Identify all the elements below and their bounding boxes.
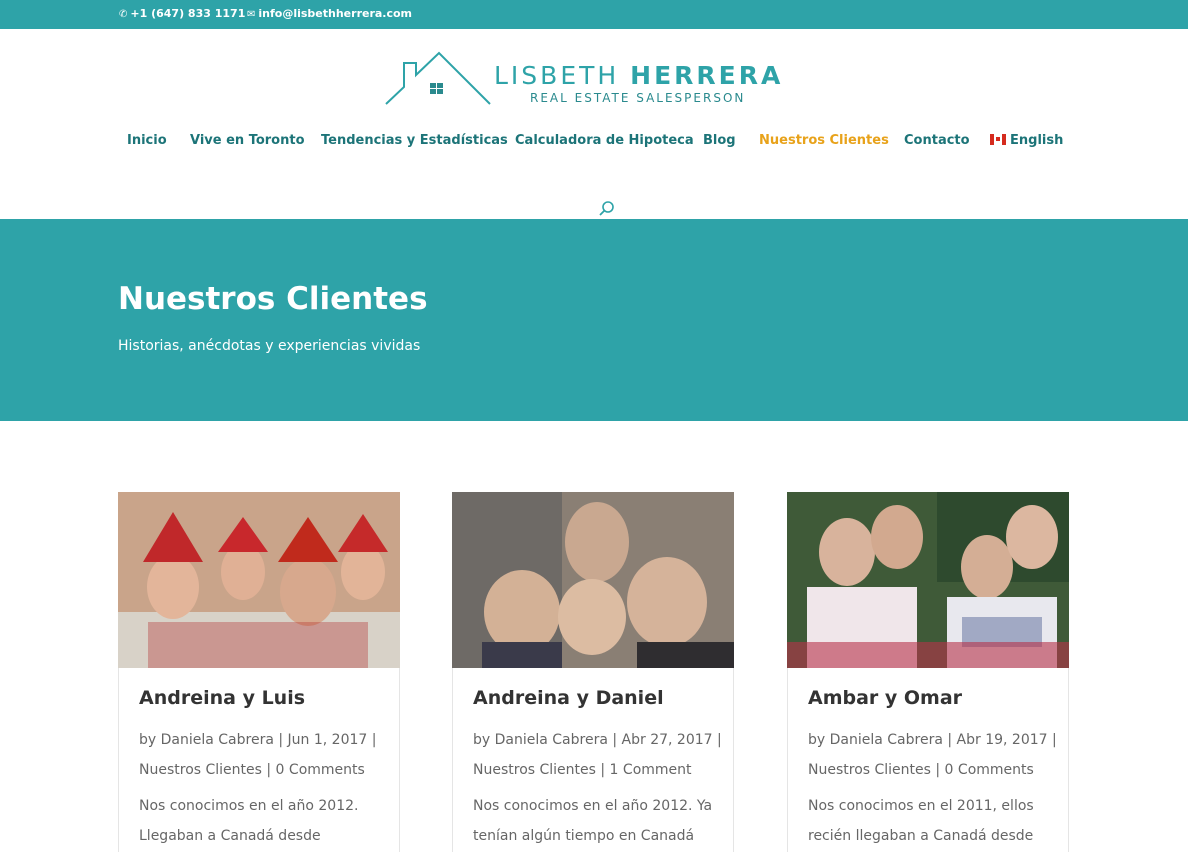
page-title: Nuestros Clientes (118, 281, 428, 317)
phone-link[interactable]: ✆ +1 (647) 833 1171 (119, 7, 245, 20)
logo-name: LISBETH HERRERA (494, 61, 783, 90)
nav-item-vive-en-toronto[interactable]: Vive en Toronto (190, 133, 305, 148)
post-title[interactable]: Andreina y Daniel (473, 687, 664, 709)
post-image[interactable] (787, 492, 1069, 668)
post-excerpt-line: Nos conocimos en el año 2012. (139, 798, 359, 814)
nav-item-nuestros-clientes[interactable]: Nuestros Clientes (759, 133, 889, 148)
nav-item-calculadora[interactable]: Calculadora de Hipoteca (515, 133, 694, 148)
post-image[interactable] (118, 492, 400, 668)
phone-icon: ✆ (119, 9, 128, 20)
post-card: Ambar y Omar by Daniela Cabrera | Abr 19… (787, 492, 1069, 852)
email-link[interactable]: ✉ info@lisbethherrera.com (247, 7, 412, 20)
logo-last-name: HERRERA (630, 61, 784, 90)
site-header: LISBETH HERRERA REAL ESTATE SALESPERSON … (0, 29, 1188, 219)
search-icon[interactable] (598, 200, 616, 218)
post-meta-line: Nuestros Clientes | 0 Comments (808, 762, 1034, 778)
post-excerpt: Nos conocimos en el año 2012. Ya tenían … (473, 791, 723, 851)
logo-subtitle: REAL ESTATE SALESPERSON (530, 91, 746, 105)
nav-item-english-label: English (1010, 133, 1064, 148)
main-nav: Inicio Vive en Toronto Tendencias y Esta… (0, 133, 1188, 153)
post-title[interactable]: Andreina y Luis (139, 687, 305, 709)
nav-item-english[interactable]: English (990, 133, 1063, 148)
phone-number: +1 (647) 833 1171 (130, 7, 246, 20)
post-excerpt-line: tenían algún tiempo en Canadá (473, 828, 695, 844)
post-meta: by Daniela Cabrera | Abr 19, 2017 | Nues… (808, 725, 1058, 785)
post-excerpt-line: Nos conocimos en el año 2012. Ya (473, 798, 713, 814)
hero-banner: Nuestros Clientes Historias, anécdotas y… (0, 219, 1188, 421)
nav-item-blog[interactable]: Blog (703, 133, 736, 148)
post-meta-line: by Daniela Cabrera | Jun 1, 2017 | (139, 732, 377, 748)
post-title[interactable]: Ambar y Omar (808, 687, 962, 709)
post-excerpt-line: Llegaban a Canadá desde (139, 828, 321, 844)
page-subtitle: Historias, anécdotas y experiencias vivi… (118, 338, 421, 354)
email-address: info@lisbethherrera.com (258, 7, 413, 20)
envelope-icon: ✉ (247, 9, 256, 20)
post-card: Andreina y Luis by Daniela Cabrera | Jun… (118, 492, 400, 852)
site-logo[interactable]: LISBETH HERRERA REAL ESTATE SALESPERSON (384, 49, 808, 109)
nav-item-inicio[interactable]: Inicio (127, 133, 167, 148)
logo-first-name: LISBETH (494, 61, 620, 90)
post-meta-line: by Daniela Cabrera | Abr 27, 2017 | (473, 732, 722, 748)
post-card: Andreina y Daniel by Daniela Cabrera | A… (452, 492, 734, 852)
house-logo-icon (385, 51, 491, 105)
post-meta: by Daniela Cabrera | Abr 27, 2017 | Nues… (473, 725, 723, 785)
post-meta-line: by Daniela Cabrera | Abr 19, 2017 | (808, 732, 1057, 748)
nav-item-contacto[interactable]: Contacto (904, 133, 970, 148)
post-image[interactable] (452, 492, 734, 668)
post-excerpt: Nos conocimos en el año 2012. Llegaban a… (139, 791, 389, 851)
post-meta-line: Nuestros Clientes | 0 Comments (139, 762, 365, 778)
nav-item-tendencias[interactable]: Tendencias y Estadísticas (321, 133, 508, 148)
post-meta: by Daniela Cabrera | Jun 1, 2017 | Nuest… (139, 725, 389, 785)
post-meta-line: Nuestros Clientes | 1 Comment (473, 762, 692, 778)
post-excerpt-line: Nos conocimos en el 2011, ellos (808, 798, 1034, 814)
post-excerpt-line: recién llegaban a Canadá desde (808, 828, 1034, 844)
top-bar: ✆ +1 (647) 833 1171 ✉ info@lisbethherrera.… (0, 0, 1188, 29)
canada-flag-icon (990, 134, 1006, 145)
post-excerpt: Nos conocimos en el 2011, ellos recién l… (808, 791, 1058, 851)
